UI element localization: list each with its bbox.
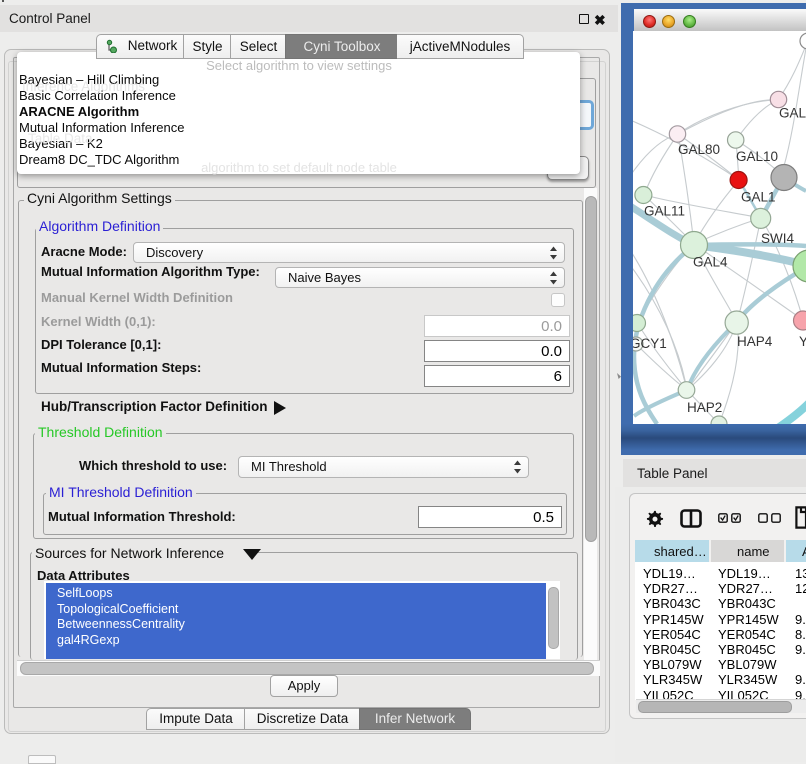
svg-text:GAL2: GAL2: [779, 106, 806, 121]
svg-text:HAP2: HAP2: [687, 400, 722, 415]
svg-text:GAL4: GAL4: [693, 255, 728, 270]
svg-text:SWI4: SWI4: [761, 231, 794, 246]
svg-text:GAL11: GAL11: [644, 204, 685, 219]
svg-text:GCY1: GCY1: [633, 336, 667, 351]
svg-text:Y: Y: [799, 334, 806, 349]
svg-text:GAL1: GAL1: [741, 190, 776, 205]
svg-text:GAL10: GAL10: [736, 149, 778, 164]
svg-text:GAL80: GAL80: [678, 142, 720, 157]
svg-text:HAP4: HAP4: [737, 334, 773, 349]
